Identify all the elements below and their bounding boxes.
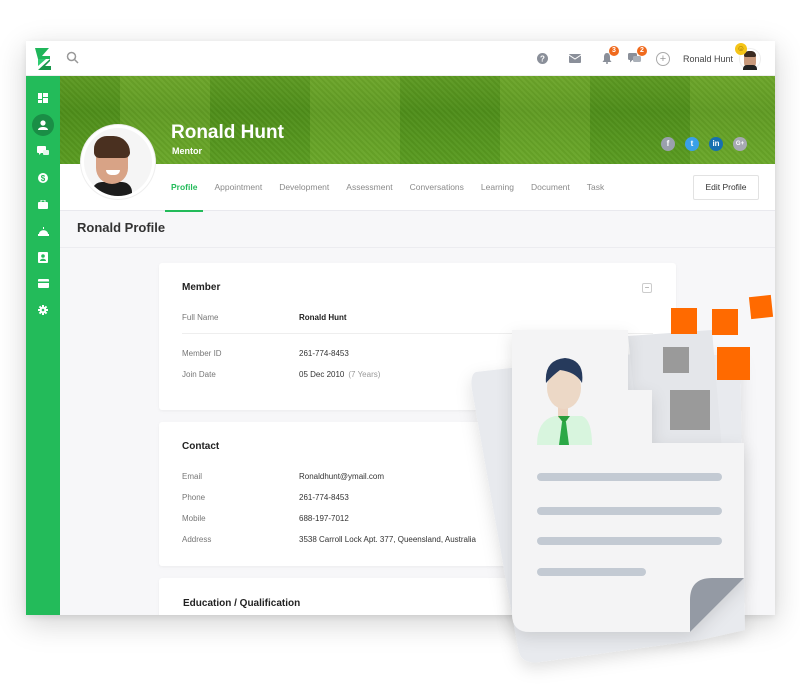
- facebook-icon[interactable]: f: [661, 137, 675, 151]
- sidebar-item-jobs[interactable]: [26, 191, 60, 218]
- education-card: Education / Qualification: [159, 578, 676, 615]
- help-button[interactable]: ?: [531, 47, 555, 71]
- join-duration: (7 Years): [348, 370, 381, 379]
- search-icon[interactable]: [66, 51, 80, 65]
- tab-task[interactable]: Task: [581, 164, 610, 211]
- envelope-icon: [568, 54, 581, 63]
- gear-icon: [38, 305, 48, 316]
- sidebar-item-payments[interactable]: [26, 271, 60, 298]
- app-logo[interactable]: [34, 47, 52, 71]
- member-divider: [182, 333, 653, 334]
- full-name-value: Ronald Hunt: [299, 313, 347, 322]
- title-divider: [60, 247, 775, 248]
- sidebar-item-contacts[interactable]: [26, 244, 60, 271]
- collapse-icon[interactable]: −: [642, 283, 652, 293]
- chat-icon: [37, 146, 49, 156]
- contact-card-title: Contact: [182, 441, 220, 452]
- tab-appointment[interactable]: Appointment: [208, 164, 268, 211]
- mail-button[interactable]: [563, 47, 587, 71]
- sidebar-item-profile[interactable]: [26, 112, 60, 139]
- mobile-value: 688-197-7012: [299, 514, 349, 523]
- user-avatar[interactable]: ☺: [735, 42, 761, 70]
- add-button[interactable]: +: [651, 47, 675, 71]
- profile-name: Ronald Hunt: [171, 122, 284, 143]
- dollar-coin-icon: $: [38, 172, 48, 183]
- full-name-label: Full Name: [182, 313, 219, 322]
- top-actions: ? 3 2 + Ronald Hunt ☺: [529, 41, 761, 76]
- dashboard-grid-icon: [38, 93, 48, 104]
- mobile-label: Mobile: [182, 514, 206, 523]
- id-card-icon: [38, 251, 48, 263]
- phone-label: Phone: [182, 493, 206, 502]
- message-count-badge: 2: [636, 45, 647, 56]
- phone-value: 261-774-8453: [299, 493, 349, 502]
- sidebar-item-services[interactable]: [26, 218, 60, 245]
- member-id-label: Member ID: [182, 349, 222, 358]
- svg-text:$: $: [41, 174, 46, 183]
- page-title: Ronald Profile: [77, 220, 166, 235]
- profile-role: Mentor: [172, 146, 202, 156]
- profile-tabs-bar: Profile Appointment Development Assessme…: [60, 164, 775, 212]
- member-id-value: 261-774-8453: [299, 349, 349, 358]
- email-value[interactable]: Ronaldhunt@ymail.com: [299, 472, 384, 481]
- social-links: f t in G+: [651, 137, 747, 151]
- question-circle-icon: ?: [537, 53, 549, 64]
- tab-profile[interactable]: Profile: [165, 164, 204, 212]
- twitter-icon[interactable]: t: [685, 137, 699, 151]
- tab-document[interactable]: Document: [525, 164, 576, 211]
- address-value: 3538 Carroll Lock Apt. 377, Queensland, …: [299, 535, 476, 544]
- address-label: Address: [182, 535, 212, 544]
- user-name[interactable]: Ronald Hunt: [683, 54, 733, 64]
- join-date-value: 05 Dec 2010 (7 Years): [299, 370, 380, 379]
- credit-card-icon: [37, 279, 49, 289]
- sidebar-item-messages[interactable]: [26, 138, 60, 165]
- sidebar: $: [26, 76, 60, 615]
- google-plus-icon[interactable]: G+: [733, 137, 747, 151]
- messages-button[interactable]: 2: [623, 45, 647, 71]
- bell-dome-icon: [37, 226, 49, 236]
- join-date-label: Join Date: [182, 370, 216, 379]
- member-card: Member − Full Name Ronald Hunt Member ID…: [159, 263, 676, 410]
- status-emoji-icon: ☺: [735, 42, 747, 55]
- sidebar-item-settings[interactable]: [26, 297, 60, 324]
- sidebar-item-dashboard[interactable]: [26, 85, 60, 112]
- app-window: ? 3 2 + Ronald Hunt ☺ $ Ronald Hunt Ment…: [26, 41, 775, 615]
- linkedin-icon[interactable]: in: [709, 137, 723, 151]
- email-label: Email: [182, 472, 203, 481]
- sidebar-item-billing[interactable]: $: [26, 165, 60, 192]
- tab-learning[interactable]: Learning: [475, 164, 520, 211]
- edit-profile-button[interactable]: Edit Profile: [693, 175, 759, 200]
- join-date: 05 Dec 2010: [299, 370, 345, 379]
- member-card-title: Member: [182, 282, 221, 293]
- plus-circle-icon: +: [655, 51, 670, 66]
- notification-count-badge: 3: [608, 45, 619, 56]
- contact-card: Contact Email Ronaldhunt@ymail.com Phone…: [159, 422, 676, 566]
- user-icon: [38, 120, 48, 130]
- tab-conversations[interactable]: Conversations: [404, 164, 470, 211]
- top-bar: ? 3 2 + Ronald Hunt ☺: [26, 41, 775, 76]
- svg-text:?: ?: [541, 54, 546, 63]
- profile-tabs: Profile Appointment Development Assessme…: [165, 164, 615, 212]
- tab-assessment[interactable]: Assessment: [340, 164, 398, 211]
- notifications-button[interactable]: 3: [595, 45, 619, 71]
- education-card-title: Education / Qualification: [183, 598, 301, 609]
- briefcase-icon: [38, 199, 48, 209]
- tab-development[interactable]: Development: [273, 164, 335, 211]
- profile-avatar[interactable]: [81, 125, 155, 199]
